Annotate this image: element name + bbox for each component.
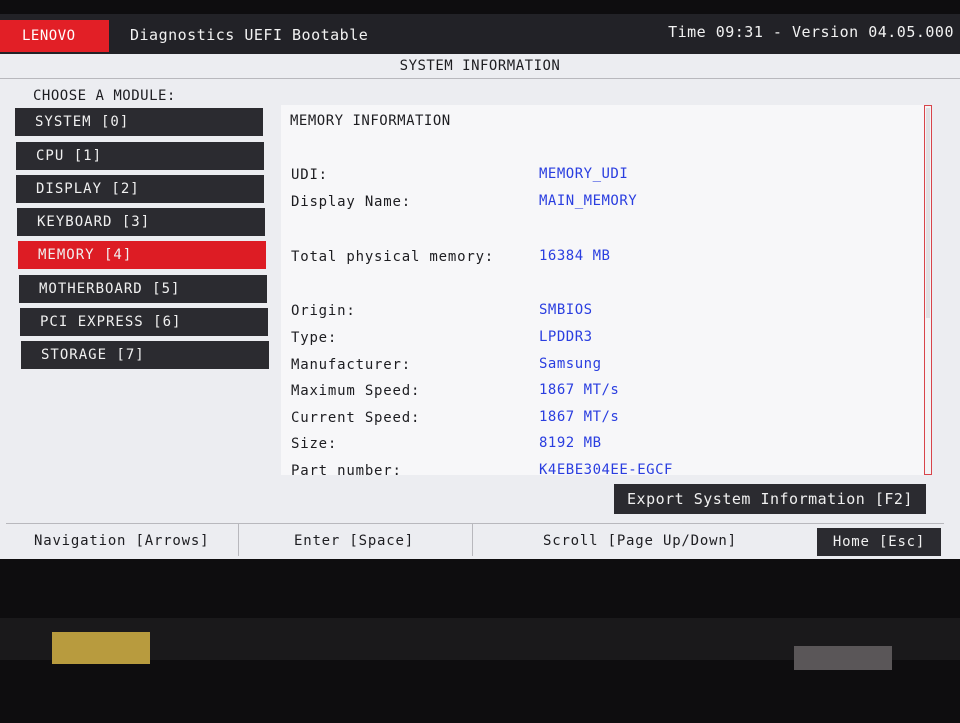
module-system[interactable]: SYSTEM [0]: [15, 108, 263, 136]
info-value-total-memory: 16384 MB: [539, 248, 611, 264]
time-version: Time 09:31 - Version 04.05.000: [668, 23, 954, 41]
home-button[interactable]: Home [Esc]: [817, 528, 941, 556]
hint-scroll: Scroll [Page Up/Down]: [543, 533, 737, 549]
info-label-display-name: Display Name:: [291, 194, 411, 210]
module-storage[interactable]: STORAGE [7]: [21, 341, 269, 369]
info-value-max-speed: 1867 MT/s: [539, 382, 620, 398]
module-cpu[interactable]: CPU [1]: [16, 142, 264, 170]
info-label-type: Type:: [291, 330, 338, 346]
info-value-udi: MEMORY_UDI: [539, 166, 629, 182]
info-label-part-number: Part number:: [291, 463, 402, 475]
info-value-current-speed: 1867 MT/s: [539, 409, 620, 425]
brand-logo: LENOVO: [0, 20, 109, 52]
info-value-display-name: MAIN_MEMORY: [539, 193, 638, 209]
info-label-udi: UDI:: [291, 167, 328, 183]
info-label-max-speed: Maximum Speed:: [291, 383, 421, 399]
footer-divider: [238, 524, 239, 556]
module-display[interactable]: DISPLAY [2]: [16, 175, 264, 203]
hint-enter: Enter [Space]: [294, 533, 414, 549]
content-scrollbar[interactable]: [924, 105, 932, 475]
info-label-manufacturer: Manufacturer:: [291, 357, 411, 373]
choose-module-label: CHOOSE A MODULE:: [33, 88, 176, 104]
app-title: Diagnostics UEFI Bootable: [130, 26, 369, 44]
footer-divider: [472, 524, 473, 556]
info-value-part-number: K4EBE304EE-EGCF: [539, 462, 673, 475]
scrollbar-thumb[interactable]: [926, 108, 930, 318]
info-label-size: Size:: [291, 436, 338, 452]
module-pci-express[interactable]: PCI EXPRESS [6]: [20, 308, 268, 336]
top-bar: LENOVO Diagnostics UEFI Bootable Time 09…: [0, 14, 960, 54]
content-title: MEMORY INFORMATION: [290, 113, 451, 129]
info-value-manufacturer: Samsung: [539, 356, 602, 372]
module-memory[interactable]: MEMORY [4]: [18, 241, 266, 269]
laptop-hinge-right: [794, 646, 892, 670]
page-title: SYSTEM INFORMATION: [0, 54, 960, 79]
module-motherboard[interactable]: MOTHERBOARD [5]: [19, 275, 267, 303]
info-value-origin: SMBIOS: [539, 302, 593, 318]
footer-hints: Navigation [Arrows] Enter [Space] Scroll…: [6, 523, 944, 556]
info-label-origin: Origin:: [291, 303, 356, 319]
info-value-size: 8192 MB: [539, 435, 602, 451]
diagnostics-screen: LENOVO Diagnostics UEFI Bootable Time 09…: [0, 14, 960, 559]
laptop-hinge-left: [52, 632, 150, 664]
export-system-info-button[interactable]: Export System Information [F2]: [614, 484, 926, 514]
info-label-total-memory: Total physical memory:: [291, 249, 495, 265]
info-label-current-speed: Current Speed:: [291, 410, 421, 426]
hint-navigation: Navigation [Arrows]: [34, 533, 210, 549]
memory-info-panel: MEMORY INFORMATION UDI: MEMORY_UDI Displ…: [281, 105, 924, 475]
module-keyboard[interactable]: KEYBOARD [3]: [17, 208, 265, 236]
info-value-type: LPDDR3: [539, 329, 593, 345]
